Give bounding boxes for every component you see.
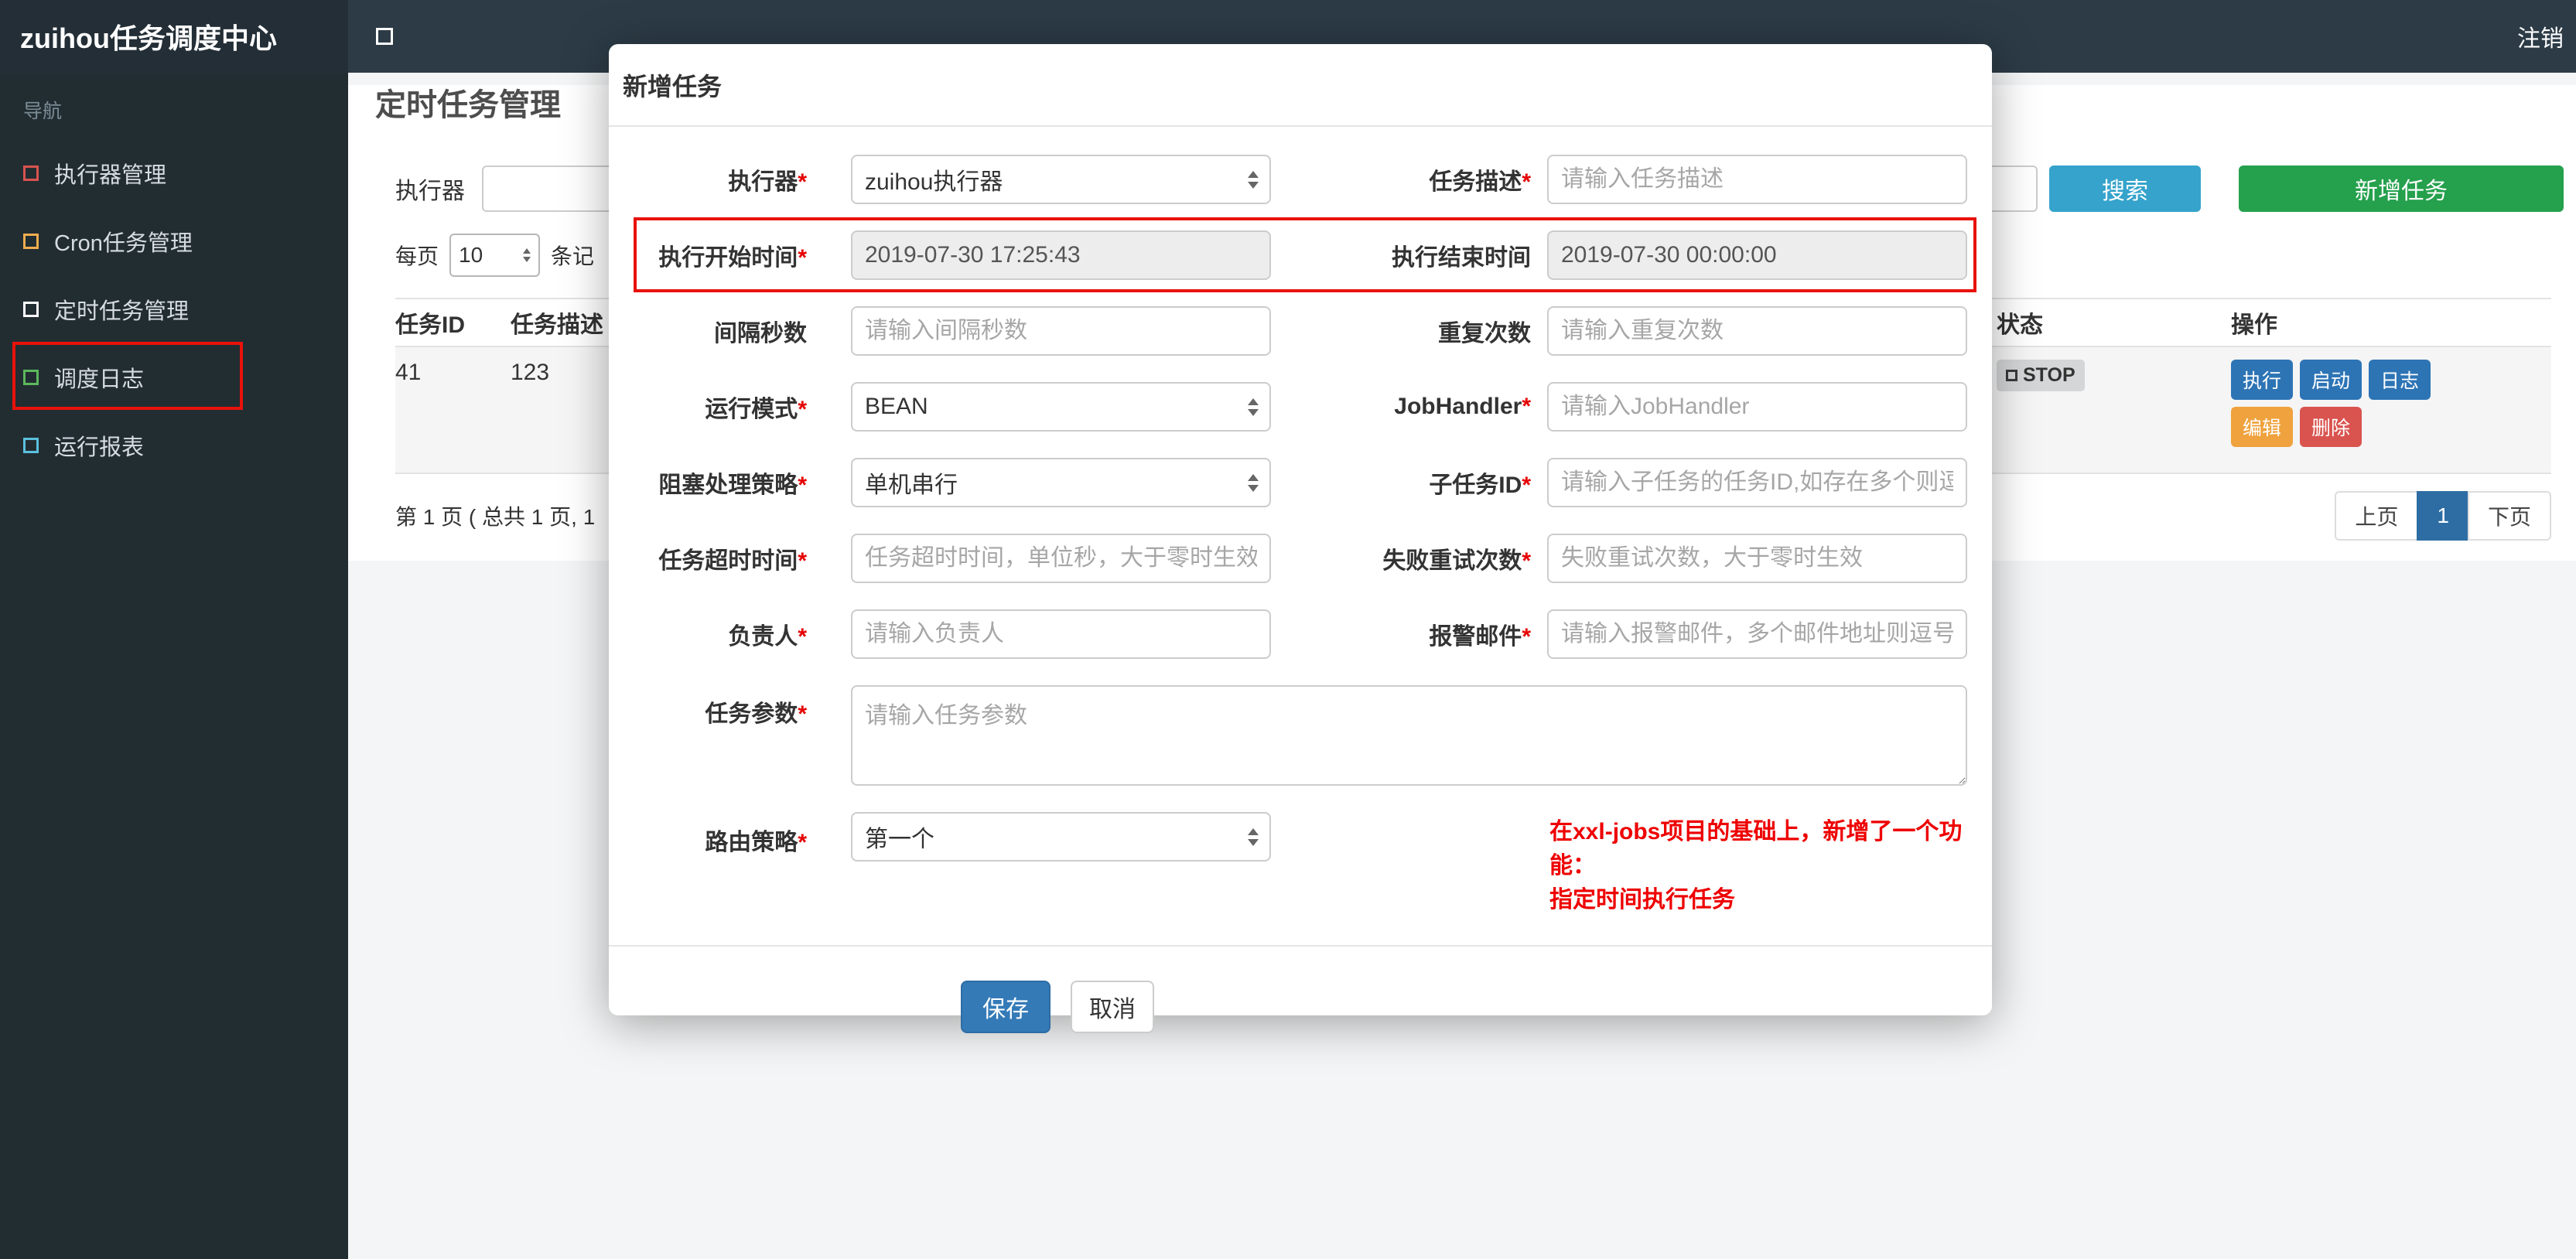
end-time-label: 执行结束时间	[1392, 245, 1531, 271]
timeout-input[interactable]	[851, 534, 1271, 583]
stop-square-icon	[2006, 370, 2017, 381]
start-time-input[interactable]	[851, 230, 1271, 280]
select-arrows-icon	[1248, 827, 1259, 846]
job-param-textarea[interactable]	[851, 685, 1967, 786]
add-task-modal: 新增任务 执行器* zuihou执行器 任务描述* 执行开始时间* 执行结束时间…	[609, 44, 1992, 1033]
edit-button[interactable]: 编辑	[2231, 407, 2294, 447]
modal-header: 新增任务	[609, 44, 1992, 127]
logout-link[interactable]: 注销	[2517, 19, 2564, 53]
status-badge-label: STOP	[2023, 364, 2075, 386]
run-mode-label: 运行模式*	[705, 397, 807, 422]
square-icon	[23, 165, 39, 181]
per-page-prefix-label: 每页	[395, 244, 439, 268]
status-badge: STOP	[1997, 360, 2085, 391]
add-task-button[interactable]: 新增任务	[2239, 165, 2564, 212]
header-status: 状态	[1997, 312, 2043, 338]
square-icon	[23, 234, 39, 249]
save-button[interactable]: 保存	[961, 981, 1051, 1033]
task-desc-label: 任务描述*	[1429, 169, 1531, 195]
sidebar-item-label: 运行报表	[54, 435, 145, 460]
delete-button[interactable]: 删除	[2300, 407, 2362, 447]
sidebar-item-executor-mgmt[interactable]: 执行器管理	[0, 139, 348, 207]
job-param-label: 任务参数*	[705, 701, 807, 727]
pager: 上页 1 下页	[2335, 491, 2551, 541]
app-brand: zuihou任务调度中心	[0, 0, 348, 73]
modal-body: 执行器* zuihou执行器 任务描述* 执行开始时间* 执行结束时间 间隔秒数…	[609, 127, 1992, 1033]
interval-seconds-input[interactable]	[851, 306, 1271, 356]
child-job-id-input[interactable]	[1547, 458, 1967, 507]
sidebar-item-label: 执行器管理	[54, 163, 167, 188]
alarm-email-input[interactable]	[1547, 609, 1967, 659]
cell-actions: 执行 启动 日志 编辑 删除	[2231, 360, 2551, 473]
cell-status: STOP	[1997, 360, 2231, 473]
per-page-select[interactable]: 10	[449, 234, 541, 277]
sidebar-item-timed-task-mgmt[interactable]: 定时任务管理	[0, 275, 348, 343]
child-job-label: 子任务ID*	[1429, 473, 1531, 498]
jobhandler-input[interactable]	[1547, 382, 1967, 432]
repeat-label: 重复次数	[1438, 321, 1531, 346]
block-strategy-select-value: 单机串行	[865, 473, 958, 498]
log-button[interactable]: 日志	[2369, 360, 2431, 400]
task-desc-input[interactable]	[1547, 155, 1967, 204]
owner-label: 负责人*	[728, 624, 807, 650]
search-button[interactable]: 搜索	[2049, 165, 2201, 212]
interval-label: 间隔秒数	[714, 321, 807, 346]
select-arrows-icon	[1248, 170, 1259, 189]
page-1-button[interactable]: 1	[2417, 491, 2469, 541]
sidebar-section-label: 导航	[23, 101, 63, 122]
select-arrows-icon	[1248, 473, 1259, 492]
owner-input[interactable]	[851, 609, 1271, 659]
cancel-button[interactable]: 取消	[1071, 981, 1154, 1033]
select-arrows-icon	[523, 248, 531, 262]
header-task-id: 任务ID	[395, 312, 465, 338]
sidebar-item-label: 调度日志	[54, 367, 145, 392]
feature-note-line2: 指定时间执行任务	[1549, 887, 1735, 913]
executor-label: 执行器*	[728, 169, 807, 195]
jobhandler-label: JobHandler*	[1394, 394, 1531, 419]
block-strategy-label: 阻塞处理策略*	[658, 473, 807, 498]
run-mode-select[interactable]: BEAN	[851, 382, 1271, 432]
header-actions: 操作	[2231, 312, 2277, 338]
run-mode-select-value: BEAN	[865, 394, 928, 419]
modal-title: 新增任务	[623, 72, 723, 101]
start-time-label: 执行开始时间*	[658, 245, 807, 271]
execute-button[interactable]: 执行	[2231, 360, 2294, 400]
route-strategy-select[interactable]: 第一个	[851, 812, 1271, 862]
per-page-suffix-label: 条记	[551, 244, 595, 268]
square-icon	[23, 302, 39, 317]
block-strategy-select[interactable]: 单机串行	[851, 458, 1271, 507]
select-arrows-icon	[1248, 397, 1259, 416]
alarm-email-label: 报警邮件*	[1429, 624, 1531, 650]
feature-note-line1: 在xxl-jobs项目的基础上，新增了一个功能：	[1549, 819, 1963, 879]
square-icon	[23, 438, 39, 453]
sidebar-item-cron-task-mgmt[interactable]: Cron任务管理	[0, 207, 348, 275]
retry-count-input[interactable]	[1547, 534, 1967, 583]
sidebar: 导航 执行器管理 Cron任务管理 定时任务管理 调度日志 运行报表	[0, 73, 348, 1259]
executor-select[interactable]: zuihou执行器	[851, 155, 1271, 204]
per-page-value: 10	[459, 243, 483, 267]
executor-select-value: zuihou执行器	[865, 169, 1003, 195]
pagination-summary: 第 1 页 ( 总共 1 页, 1	[395, 505, 596, 529]
feature-note: 在xxl-jobs项目的基础上，新增了一个功能： 指定时间执行任务	[1549, 812, 1992, 917]
timeout-label: 任务超时时间*	[658, 548, 807, 574]
square-icon	[23, 370, 39, 385]
cell-task-id: 41	[395, 360, 422, 385]
retry-label: 失败重试次数*	[1382, 548, 1531, 574]
sidebar-item-run-report[interactable]: 运行报表	[0, 411, 348, 479]
end-time-input[interactable]	[1547, 230, 1967, 280]
next-page-button[interactable]: 下页	[2467, 491, 2551, 541]
route-strategy-select-value: 第一个	[865, 827, 934, 852]
executor-filter-label: 执行器	[395, 179, 465, 204]
start-button[interactable]: 启动	[2300, 360, 2362, 400]
sidebar-item-dispatch-log[interactable]: 调度日志	[0, 343, 348, 411]
modal-footer: 保存 取消	[609, 947, 1506, 1033]
repeat-count-input[interactable]	[1547, 306, 1967, 356]
route-strategy-label: 路由策略*	[705, 830, 807, 855]
prev-page-button[interactable]: 上页	[2335, 491, 2419, 541]
sidebar-item-label: Cron任务管理	[54, 231, 193, 256]
sidebar-toggle-icon[interactable]	[376, 28, 393, 45]
sidebar-item-label: 定时任务管理	[54, 299, 190, 324]
